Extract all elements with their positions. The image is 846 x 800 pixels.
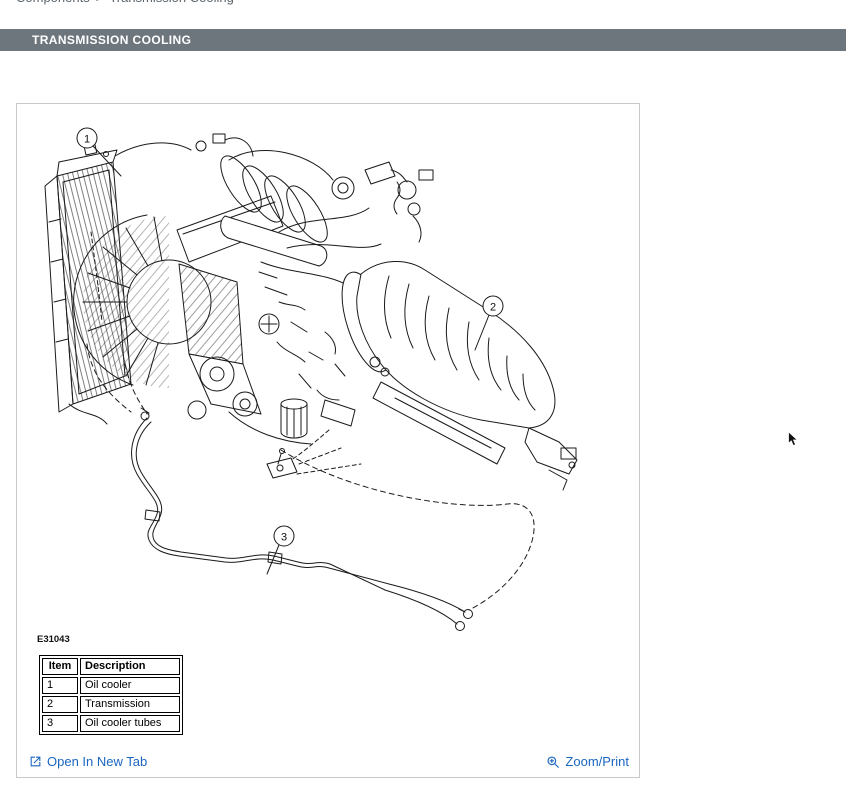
legend-desc-1: Oil cooler [80, 677, 180, 694]
legend-table: Item Description 1 Oil cooler 2 Transmis… [39, 655, 183, 735]
callout-1-number: 1 [84, 134, 90, 146]
zoom-print-link[interactable]: Zoom/Print [546, 754, 629, 769]
zoom-print-label: Zoom/Print [565, 754, 629, 769]
callout-2-number: 2 [490, 302, 496, 314]
breadcrumb: Components > Transmission Cooling [16, 0, 846, 7]
callout-3-number: 3 [281, 532, 287, 544]
legend-item-1: 1 [42, 677, 78, 694]
legend-header-item: Item [42, 658, 78, 675]
legend-item-3: 3 [42, 715, 78, 732]
section-title: TRANSMISSION COOLING [32, 33, 191, 47]
legend-row-2: 2 Transmission [42, 696, 180, 713]
transmission [332, 261, 577, 490]
diagram-card: 1 2 3 E31043 Item Description 1 Oil [16, 103, 640, 778]
open-in-new-tab-link[interactable]: Open In New Tab [29, 754, 147, 769]
open-in-new-icon [29, 755, 42, 768]
legend-header-description: Description [80, 658, 180, 675]
breadcrumb-current: Transmission Cooling [109, 0, 234, 5]
legend-desc-3: Oil cooler tubes [80, 715, 180, 732]
callout-3: 3 [267, 526, 294, 574]
breadcrumb-link-components[interactable]: Components [16, 0, 90, 5]
mouse-cursor [787, 431, 802, 447]
card-footer: Open In New Tab Zoom/Print [17, 750, 639, 773]
legend-header-row: Item Description [42, 658, 180, 675]
breadcrumb-separator: > [96, 0, 104, 5]
mount-bracket [267, 430, 361, 478]
section-header-bar: TRANSMISSION COOLING [0, 29, 846, 51]
transmission-cooling-diagram: 1 2 3 E31043 [29, 112, 625, 645]
legend-row-3: 3 Oil cooler tubes [42, 715, 180, 732]
open-in-new-tab-label: Open In New Tab [47, 754, 147, 769]
figure-code: E31043 [37, 634, 70, 645]
oil-cooler-tubes [132, 408, 473, 631]
zoom-magnifier-icon [546, 755, 560, 769]
legend-desc-2: Transmission [80, 696, 180, 713]
legend-row-1: 1 Oil cooler [42, 677, 180, 694]
legend-item-2: 2 [42, 696, 78, 713]
